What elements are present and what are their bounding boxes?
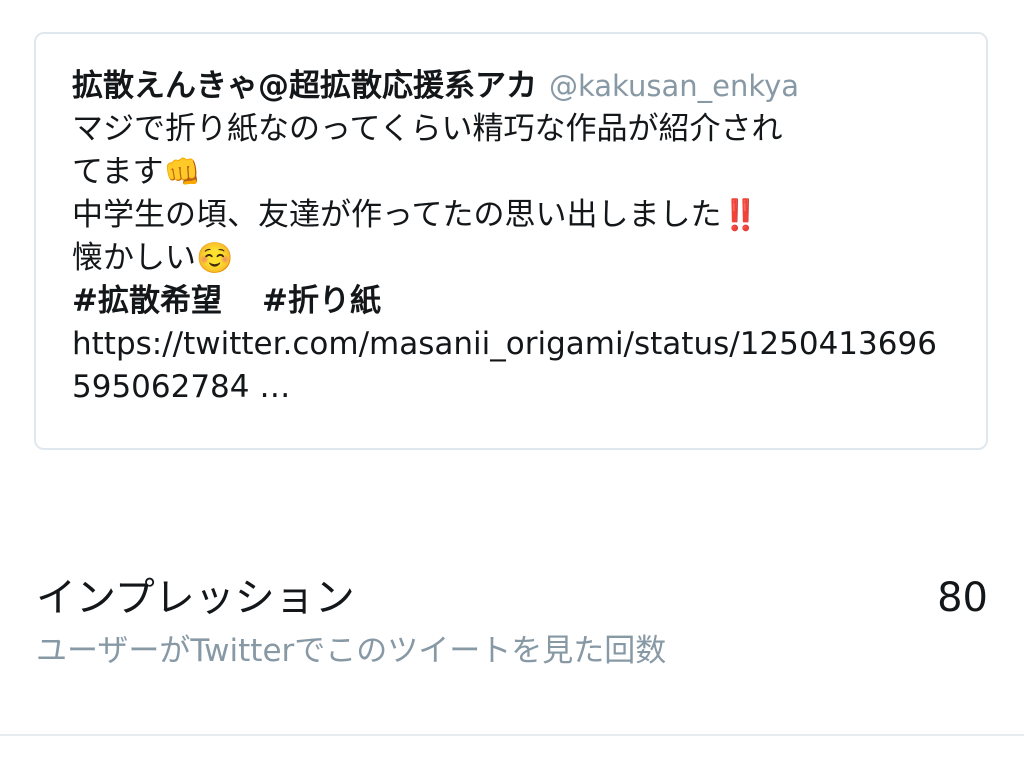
tweet-line-2-text: てます [72,154,164,190]
tweet-header: 拡散えんきゃ@超拡散応援系アカ @kakusan_enkya [72,64,950,108]
tweet-url-link[interactable]: https://twitter.com/masanii_origami/stat… [72,323,952,409]
tweet-line-3-text: 中学生の頃、友達が作ってたの思い出しました [72,197,722,233]
tweet-hashtags: #拡散希望 #折り紙 [72,280,950,323]
tweet-handle[interactable]: @kakusan_enkya [549,64,799,108]
impressions-description: ユーザーがTwitterでこのツイートを見た回数 [36,633,667,669]
double-exclamation-icon: ‼️ [721,198,759,233]
smile-icon: ☺️ [196,241,234,276]
fist-icon: 👊 [163,155,201,190]
tweet-line-2: てます👊 [72,151,950,194]
tweet-line-3: 中学生の頃、友達が作ってたの思い出しました‼️ [72,194,950,237]
tweet-display-name[interactable]: 拡散えんきゃ@超拡散応援系アカ [72,64,537,108]
tweet-line-4-text: 懐かしい [72,240,196,276]
impressions-value: 80 [937,575,988,621]
quoted-tweet-card[interactable]: 拡散えんきゃ@超拡散応援系アカ @kakusan_enkya マジで折り紙なのっ… [34,32,988,450]
tweet-body: マジで折り紙なのってくらい精巧な作品が紹介され てます👊 中学生の頃、友達が作っ… [72,108,950,409]
section-divider [0,734,1024,736]
impressions-title: インプレッション [36,575,355,621]
tweet-line-1: マジで折り紙なのってくらい精巧な作品が紹介され [72,111,783,147]
hashtag-link[interactable]: #折り紙 [262,283,381,319]
impressions-stat: インプレッション 80 ユーザーがTwitterでこのツイートを見た回数 [36,570,988,680]
tweet-line-4: 懐かしい☺️ [72,237,950,280]
hashtag-link[interactable]: #拡散希望 [72,283,222,319]
